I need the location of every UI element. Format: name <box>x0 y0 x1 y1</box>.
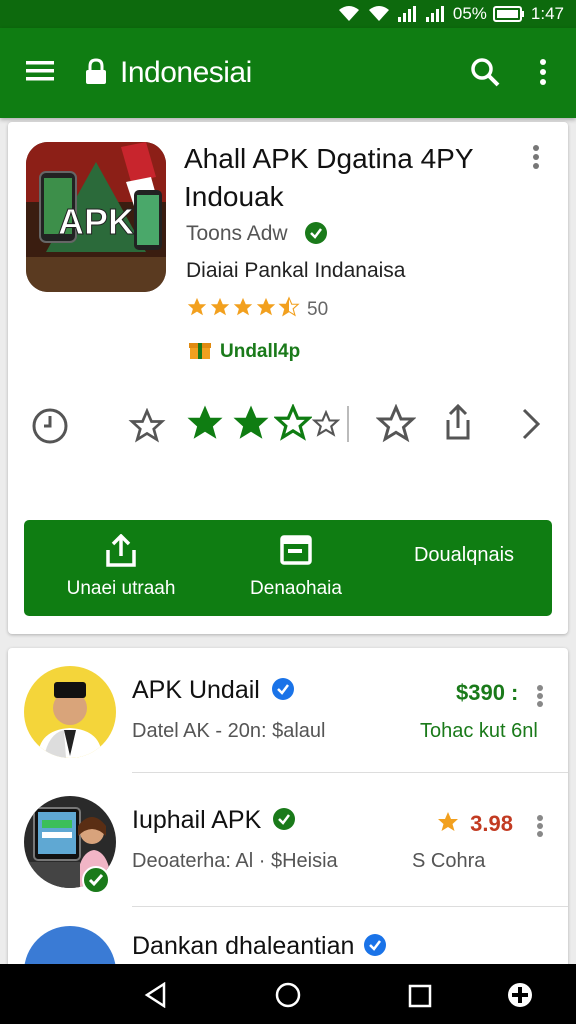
app-list: APK Undail Datel AK - 20n: $alaul $390 :… <box>8 648 568 1018</box>
star-outline-icon[interactable] <box>375 403 417 449</box>
item-name: Dankan dhaleantian <box>132 932 387 964</box>
battery-percent: 05% <box>452 4 487 23</box>
share-label: Unaei utraah <box>66 578 176 599</box>
gear-icon[interactable] <box>311 409 341 443</box>
star-filled-icon[interactable] <box>230 402 272 449</box>
divider <box>347 406 349 442</box>
document-icon <box>226 534 366 572</box>
category-label: Diaiai Pankal Indanaisa <box>186 259 406 282</box>
verified-icon <box>304 221 328 250</box>
verified-icon <box>82 866 110 899</box>
signal-icon <box>425 5 447 23</box>
action-row <box>8 400 568 450</box>
app-title: Ahall APK Dgatina 4PY Indouak <box>184 143 474 212</box>
item-meta: Tohac kut 6nl <box>420 720 538 742</box>
page-title: Indonesiai <box>120 56 252 89</box>
item-name: Iuphail APK <box>132 806 296 838</box>
search-icon[interactable] <box>470 57 500 92</box>
chevron-right-icon[interactable] <box>518 406 542 447</box>
status-bar: 05% 1:47 <box>0 0 576 28</box>
clock: 1:47 <box>530 4 564 23</box>
divider <box>132 906 568 907</box>
details-button[interactable]: Denaohaia <box>226 534 366 600</box>
navigation-bar <box>0 964 576 1024</box>
avatar <box>24 666 116 758</box>
install-tag[interactable]: Undall4p <box>188 338 300 366</box>
icon-text: APK <box>58 201 134 242</box>
history-icon[interactable] <box>30 406 70 451</box>
more-vert-icon[interactable] <box>536 814 544 843</box>
wifi-icon <box>367 5 391 23</box>
home-icon[interactable] <box>275 982 301 1013</box>
star-outline-icon[interactable] <box>273 403 313 447</box>
signal-icon <box>397 5 419 23</box>
download-button[interactable]: Doualqnais <box>384 544 544 567</box>
back-icon[interactable] <box>144 981 168 1013</box>
lock-icon <box>84 58 108 91</box>
list-item[interactable]: Iuphail APK Deoaterha: Al · $Heisia 3.98… <box>8 778 568 902</box>
more-vert-icon[interactable] <box>532 144 540 175</box>
rating-summary: 50 <box>186 296 328 323</box>
item-subtitle: Deoaterha: Al · $Heisia <box>132 850 338 872</box>
battery-icon <box>492 5 525 23</box>
action-panel: Unaei utraah Denaohaia Doualqnais <box>24 520 552 616</box>
star-half-icon <box>278 296 300 323</box>
app-detail-card: APK Ahall APK Dgatina 4PY Indouak Toons … <box>8 122 568 634</box>
star-icon <box>436 810 460 840</box>
star-icon <box>186 296 208 323</box>
star-icon <box>255 296 277 323</box>
rating-count: 50 <box>307 298 329 320</box>
divider <box>132 772 568 773</box>
verified-icon <box>271 677 295 708</box>
list-item[interactable]: APK Undail Datel AK - 20n: $alaul $390 :… <box>8 648 568 772</box>
verified-icon <box>272 807 296 838</box>
details-label: Denaohaia <box>250 578 342 599</box>
item-price: 3.98 <box>436 810 513 840</box>
app-bar: Indonesiai <box>0 28 576 118</box>
star-filled-icon[interactable] <box>184 402 226 449</box>
item-name: APK Undail <box>132 676 295 708</box>
menu-icon[interactable] <box>26 58 54 89</box>
share-button[interactable]: Unaei utraah <box>46 533 196 600</box>
share-icon[interactable] <box>442 402 474 447</box>
download-label: Doualqnais <box>413 544 515 566</box>
gift-icon <box>188 338 212 366</box>
install-label: Undall4p <box>220 341 301 362</box>
item-subtitle: Datel AK - 20n: $alaul <box>132 720 326 742</box>
more-vert-icon[interactable] <box>536 684 544 713</box>
more-vert-icon[interactable] <box>538 57 548 92</box>
star-outline-icon[interactable] <box>128 407 166 449</box>
item-price: $390 : <box>456 680 519 705</box>
item-meta: S Cohra <box>412 850 486 872</box>
wifi-icon <box>337 5 361 23</box>
star-icon <box>232 296 254 323</box>
add-icon[interactable] <box>507 982 533 1013</box>
verified-icon <box>363 933 387 964</box>
recents-icon[interactable] <box>408 984 432 1013</box>
developer-name[interactable]: Toons Adw <box>186 222 288 246</box>
app-icon: APK <box>26 142 166 292</box>
upload-icon <box>46 533 196 572</box>
star-icon <box>209 296 231 323</box>
